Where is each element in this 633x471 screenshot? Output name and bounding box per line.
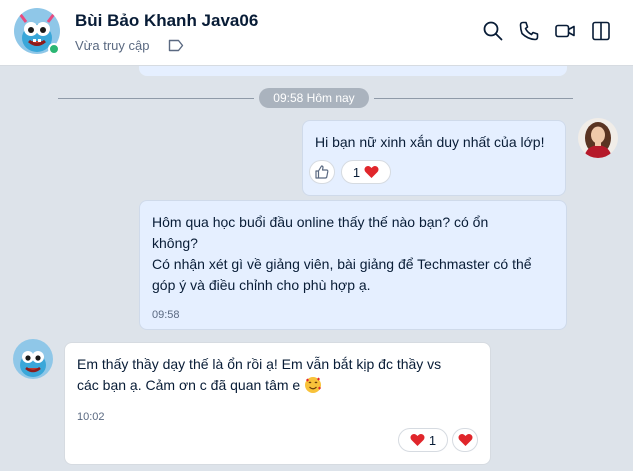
last-seen-status: Vừa truy cập: [75, 38, 150, 53]
message-list[interactable]: 09:58 Hôm nay Hi bạn nữ xinh xắn duy nhấ…: [0, 66, 633, 471]
online-status-dot: [48, 43, 60, 55]
react-button[interactable]: [309, 160, 335, 184]
message-time: 09:58: [152, 309, 180, 321]
previous-message-bubble: [139, 66, 567, 76]
message-text: Em thấy thầy dạy thế là ổn rồi ạ! Em vẫn…: [77, 354, 480, 396]
divider-right: [374, 98, 573, 99]
react-button[interactable]: [452, 428, 478, 452]
tag-icon[interactable]: [168, 39, 184, 52]
message-text: Hi bạn nữ xinh xắn duy nhất của lớp!: [315, 134, 545, 150]
message-time: 10:02: [77, 411, 105, 423]
contact-avatar-small[interactable]: [13, 339, 53, 379]
time-divider: 09:58 Hôm nay: [259, 88, 369, 108]
heart-icon: [458, 433, 472, 446]
like-icon: [315, 165, 329, 179]
reaction-summary[interactable]: 1: [341, 160, 391, 184]
contact-name[interactable]: Bùi Bảo Khanh Java06: [75, 11, 258, 31]
message-bubble-1[interactable]: Hi bạn nữ xinh xắn duy nhất của lớp!: [302, 120, 566, 196]
message-bubble-2[interactable]: Hôm qua học buổi đầu online thấy thế nào…: [139, 200, 567, 330]
reaction-summary[interactable]: 1: [398, 428, 448, 452]
chat-header: Bùi Bảo Khanh Java06 Vừa truy cập: [0, 0, 633, 66]
my-avatar[interactable]: [578, 118, 618, 158]
reaction-count: 1: [352, 164, 361, 180]
search-icon[interactable]: [482, 20, 504, 42]
heart-icon: [364, 165, 379, 178]
phone-icon[interactable]: [518, 20, 540, 42]
divider-left: [58, 98, 254, 99]
message-text-content: Em thấy thầy dạy thế là ổn rồi ạ! Em vẫn…: [77, 356, 442, 393]
message-text: Hôm qua học buổi đầu online thấy thế nào…: [152, 214, 532, 293]
reaction-count: 1: [428, 432, 437, 448]
sidebar-toggle-icon[interactable]: [590, 20, 612, 42]
video-call-icon[interactable]: [554, 20, 576, 42]
heart-icon: [410, 433, 425, 446]
smiling-face-with-hearts-emoji: [305, 377, 322, 393]
